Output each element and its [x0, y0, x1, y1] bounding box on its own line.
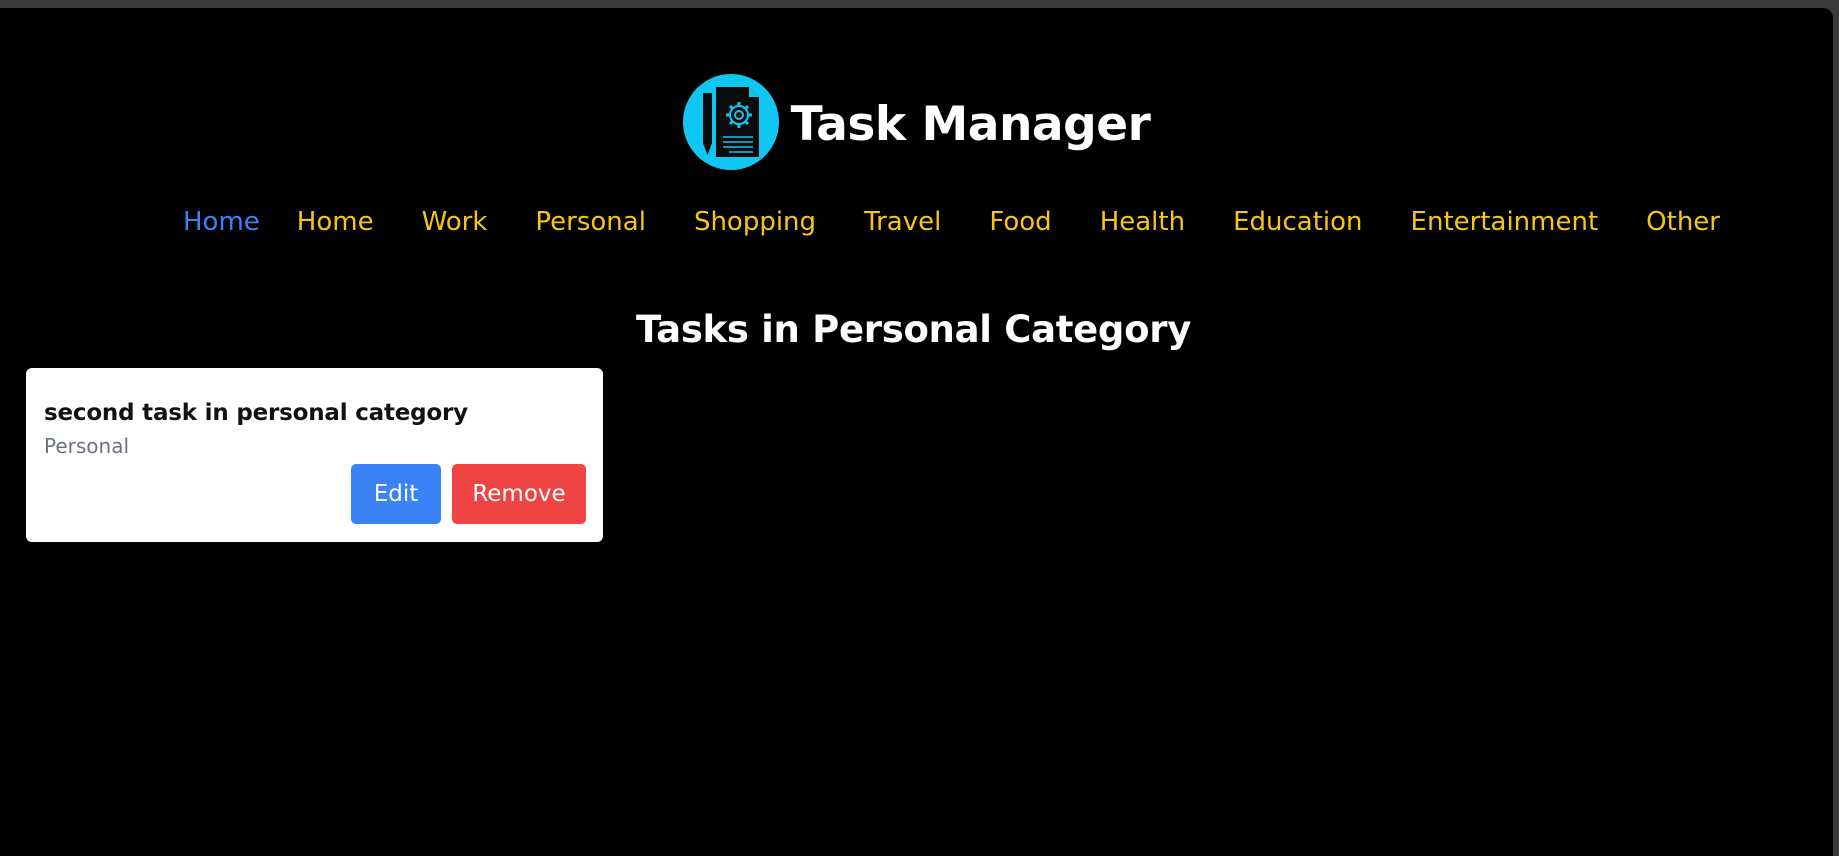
- window-edge: [1833, 8, 1839, 856]
- nav-item-shopping[interactable]: Shopping: [694, 207, 816, 237]
- document-gear-pencil-icon: [682, 74, 779, 170]
- nav-item-health[interactable]: Health: [1100, 207, 1185, 237]
- nav-item-education[interactable]: Education: [1233, 207, 1362, 237]
- task-card: second task in personal category Persona…: [26, 368, 603, 542]
- app-viewport: Task Manager Home Home Work Personal Sho…: [0, 8, 1833, 856]
- category-nav: Home Home Work Personal Shopping Travel …: [183, 207, 1720, 237]
- category-heading: Tasks in Personal Category: [635, 308, 1192, 351]
- nav-item-home-secondary[interactable]: Home: [297, 207, 374, 237]
- nav-item-food[interactable]: Food: [989, 207, 1051, 237]
- task-category: Personal: [44, 434, 130, 458]
- task-title: second task in personal category: [44, 400, 468, 426]
- app-header: Task Manager: [0, 74, 1833, 170]
- nav-item-other[interactable]: Other: [1646, 207, 1720, 237]
- logo-graphic: [702, 87, 759, 157]
- app-title: Task Manager: [790, 96, 1151, 152]
- remove-button[interactable]: Remove: [452, 464, 586, 524]
- edit-button[interactable]: Edit: [351, 464, 441, 524]
- nav-item-personal[interactable]: Personal: [535, 207, 646, 237]
- nav-item-work[interactable]: Work: [422, 207, 488, 237]
- nav-item-entertainment[interactable]: Entertainment: [1411, 207, 1599, 237]
- nav-item-travel[interactable]: Travel: [864, 207, 941, 237]
- nav-item-home[interactable]: Home: [183, 207, 260, 237]
